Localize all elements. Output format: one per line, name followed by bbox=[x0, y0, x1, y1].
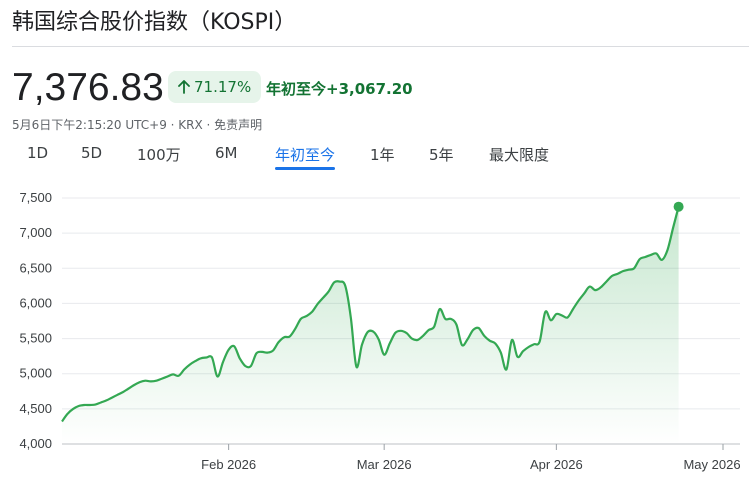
y-tick-label: 4,500 bbox=[19, 401, 52, 416]
tab-ytd[interactable]: 年初至今 bbox=[275, 144, 336, 170]
x-tick-label: Feb 2026 bbox=[201, 457, 256, 472]
current-price: 7,376.83 bbox=[12, 66, 164, 109]
tab-6m[interactable]: 6M bbox=[215, 144, 238, 162]
change-percent: 71.17% bbox=[194, 78, 252, 96]
price-chart[interactable]: 4,000 4,500 5,000 5,500 6,000 6,500 7,000 7,500… bbox=[0, 180, 749, 480]
arrow-up-icon bbox=[178, 80, 190, 94]
x-tick-label: Apr 2026 bbox=[530, 457, 583, 472]
y-tick-label: 7,500 bbox=[19, 190, 52, 205]
tab-100m[interactable]: 100万 bbox=[137, 144, 181, 165]
y-tick-label: 7,000 bbox=[19, 225, 52, 240]
change-period-label: 年初至今 bbox=[266, 80, 327, 98]
tab-1y[interactable]: 1年 bbox=[370, 144, 395, 165]
y-tick-label: 5,000 bbox=[19, 366, 52, 381]
last-price-dot bbox=[673, 201, 684, 212]
x-tick-label: Mar 2026 bbox=[357, 457, 412, 472]
price-area-fill bbox=[62, 206, 679, 444]
change-value: +3,067.20 bbox=[326, 80, 413, 98]
x-axis-ticks: Feb 2026 Mar 2026 Apr 2026 May 2026 bbox=[201, 444, 741, 472]
market-meta: 5月6日下午2:15:20 UTC+9 · KRX · 免责声明 bbox=[12, 118, 263, 132]
change-percent-badge: 71.17% bbox=[168, 71, 262, 103]
y-axis-ticks: 4,000 4,500 5,000 5,500 6,000 6,500 7,000 7,500 bbox=[19, 190, 52, 451]
y-tick-label: 5,500 bbox=[19, 331, 52, 346]
tab-5d[interactable]: 5D bbox=[81, 144, 102, 162]
page-title: 韩国综合股价指数（KOSPI） bbox=[12, 10, 297, 35]
y-tick-label: 4,000 bbox=[19, 436, 52, 451]
y-tick-label: 6,500 bbox=[19, 260, 52, 275]
tab-max[interactable]: 最大限度 bbox=[489, 144, 549, 165]
tab-1d[interactable]: 1D bbox=[27, 144, 48, 162]
x-tick-label: May 2026 bbox=[683, 457, 740, 472]
header-divider bbox=[12, 46, 749, 47]
change-summary: 年初至今+3,067.20 bbox=[266, 78, 413, 99]
tab-5y[interactable]: 5年 bbox=[429, 144, 454, 165]
y-tick-label: 6,000 bbox=[19, 295, 52, 310]
